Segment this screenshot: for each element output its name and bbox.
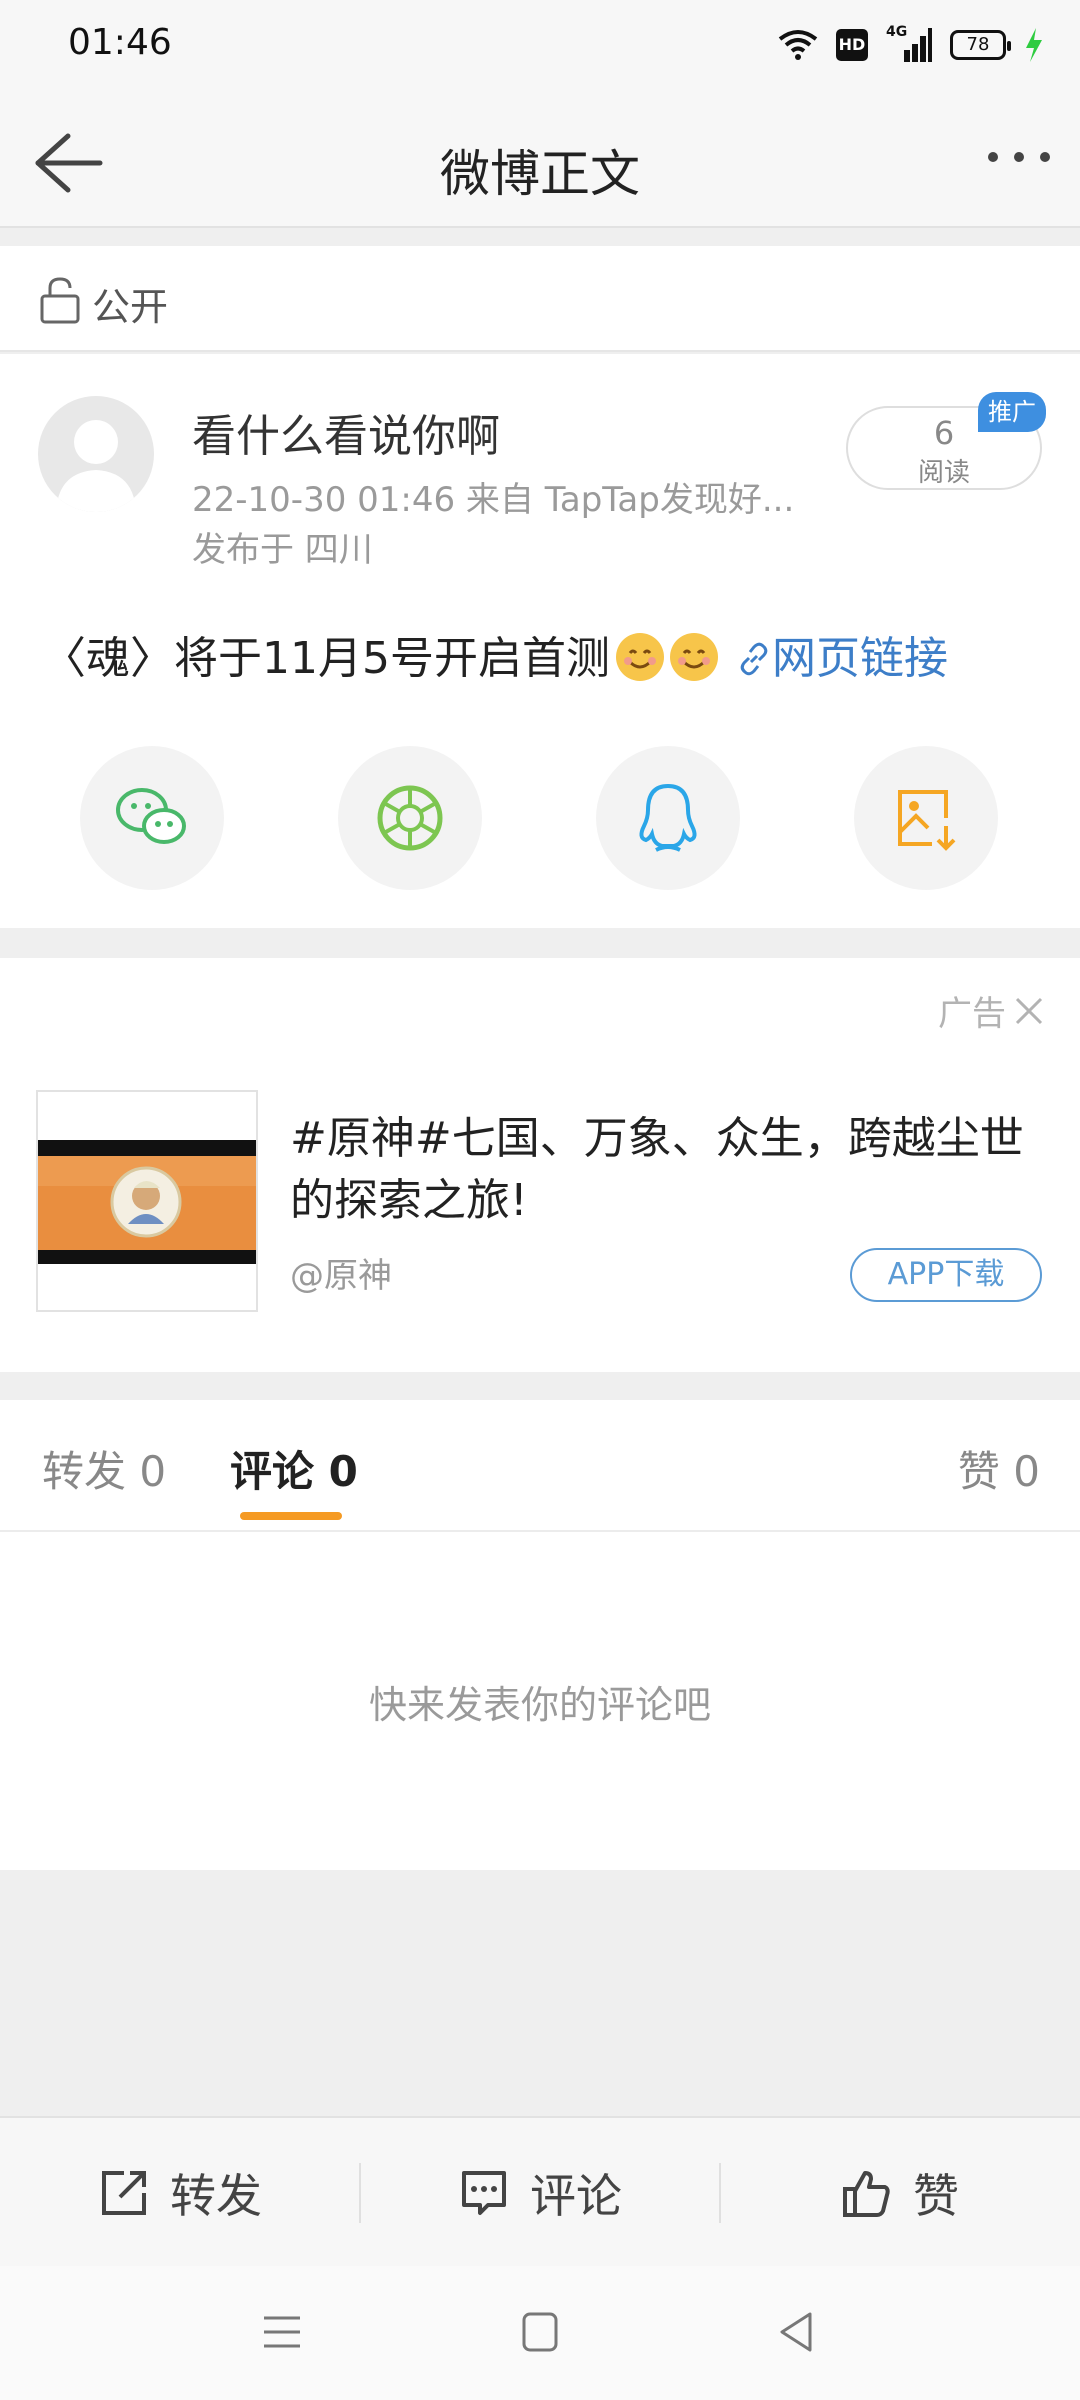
- comment-button[interactable]: 评论: [360, 2118, 720, 2268]
- interaction-tabs: 转发 0 评论 0 赞 0: [0, 1400, 1080, 1532]
- status-icons: HD 4G 78: [778, 24, 1044, 62]
- charging-icon: [1026, 28, 1042, 62]
- post-content: 〈魂〉将于11月5号开启首测 网页链接: [42, 622, 948, 686]
- status-time: 01:46: [68, 22, 172, 63]
- wifi-icon: [778, 30, 818, 60]
- web-link-label: 网页链接: [771, 633, 948, 684]
- unlock-icon: [40, 277, 80, 324]
- ad-image: [38, 1140, 256, 1264]
- back-triangle-icon[interactable]: [776, 2306, 816, 2358]
- tab-comment[interactable]: 评论 0: [230, 1438, 358, 1499]
- avatar[interactable]: [38, 396, 154, 512]
- wechat-icon: [116, 788, 186, 844]
- comment-label: 评论: [530, 2169, 622, 2223]
- default-avatar-icon: [56, 420, 136, 512]
- empty-comments-text: 快来发表你的评论吧: [368, 1683, 711, 1727]
- promo-badge[interactable]: 推广: [978, 392, 1046, 432]
- ad-handle[interactable]: @原神: [290, 1248, 392, 1297]
- share-moments-button[interactable]: [338, 746, 482, 890]
- battery-level: 78: [966, 34, 990, 55]
- active-tab-indicator: [240, 1512, 342, 1520]
- smile-emoji-icon: [615, 633, 664, 681]
- save-image-icon: [898, 790, 956, 851]
- page-title: 微博正文: [440, 145, 640, 203]
- tab-like[interactable]: 赞 0: [958, 1438, 1040, 1499]
- system-navigation-bar: [0, 2266, 1080, 2400]
- link-icon: [740, 642, 768, 676]
- thumbs-up-icon: [843, 2171, 890, 2217]
- more-button[interactable]: [988, 152, 1050, 162]
- moments-icon: [377, 785, 443, 851]
- visibility-bar: 公开: [0, 246, 1080, 352]
- post-card: 看什么看说你啊 22-10-30 01:46 来自 TapTap发现好... 发…: [0, 354, 1080, 928]
- home-icon[interactable]: [520, 2306, 560, 2358]
- share-qq-button[interactable]: [596, 746, 740, 890]
- qq-icon: [639, 783, 697, 852]
- ad-thumbnail[interactable]: [36, 1090, 258, 1312]
- ad-title[interactable]: #原神#七国、万象、众生，跨越尘世的探索之旅!: [290, 1108, 1050, 1232]
- signal-icon: 4G: [886, 24, 932, 62]
- smile-emoji-icon: [669, 633, 718, 681]
- close-icon[interactable]: [1014, 996, 1044, 1026]
- ad-label-group[interactable]: 广告: [938, 986, 1044, 1035]
- ad-label: 广告: [938, 994, 1006, 1034]
- post-username[interactable]: 看什么看说你啊: [192, 400, 500, 464]
- comment-icon: [462, 2171, 506, 2215]
- like-button[interactable]: 赞: [720, 2118, 1080, 2268]
- visibility-label: 公开: [92, 285, 169, 329]
- status-bar: 01:46 HD 4G 78: [0, 0, 1080, 96]
- ad-card[interactable]: 广告 #原神#七国、万象、众生，跨越尘世的探索之旅! @原神 APP下载: [0, 958, 1080, 1372]
- reads-label: 阅读: [917, 458, 970, 488]
- network-type: 4G: [886, 24, 908, 40]
- share-wechat-button[interactable]: [80, 746, 224, 890]
- battery-icon: 78: [950, 30, 1011, 60]
- comments-section: 快来发表你的评论吧: [0, 1532, 1080, 1870]
- top-navigation-bar: 微博正文: [0, 96, 1080, 228]
- post-location: 发布于 四川: [192, 530, 373, 570]
- tab-repost[interactable]: 转发 0: [42, 1438, 166, 1499]
- save-image-button[interactable]: [854, 746, 998, 890]
- hd-icon: HD: [836, 29, 868, 61]
- repost-button[interactable]: 转发: [0, 2118, 360, 2268]
- menu-icon[interactable]: [262, 2306, 302, 2358]
- repost-label: 转发: [170, 2169, 262, 2223]
- more-dots-icon: [988, 152, 998, 162]
- share-icon: [102, 2171, 146, 2215]
- web-link[interactable]: 网页链接: [736, 633, 948, 684]
- bottom-action-bar: 转发 评论 赞: [0, 2116, 1080, 2266]
- app-download-button[interactable]: APP下载: [850, 1248, 1042, 1302]
- post-meta: 22-10-30 01:46 来自 TapTap发现好...: [192, 480, 795, 520]
- post-content-text: 〈魂〉将于11月5号开启首测: [42, 633, 610, 684]
- like-label: 赞: [913, 2169, 959, 2223]
